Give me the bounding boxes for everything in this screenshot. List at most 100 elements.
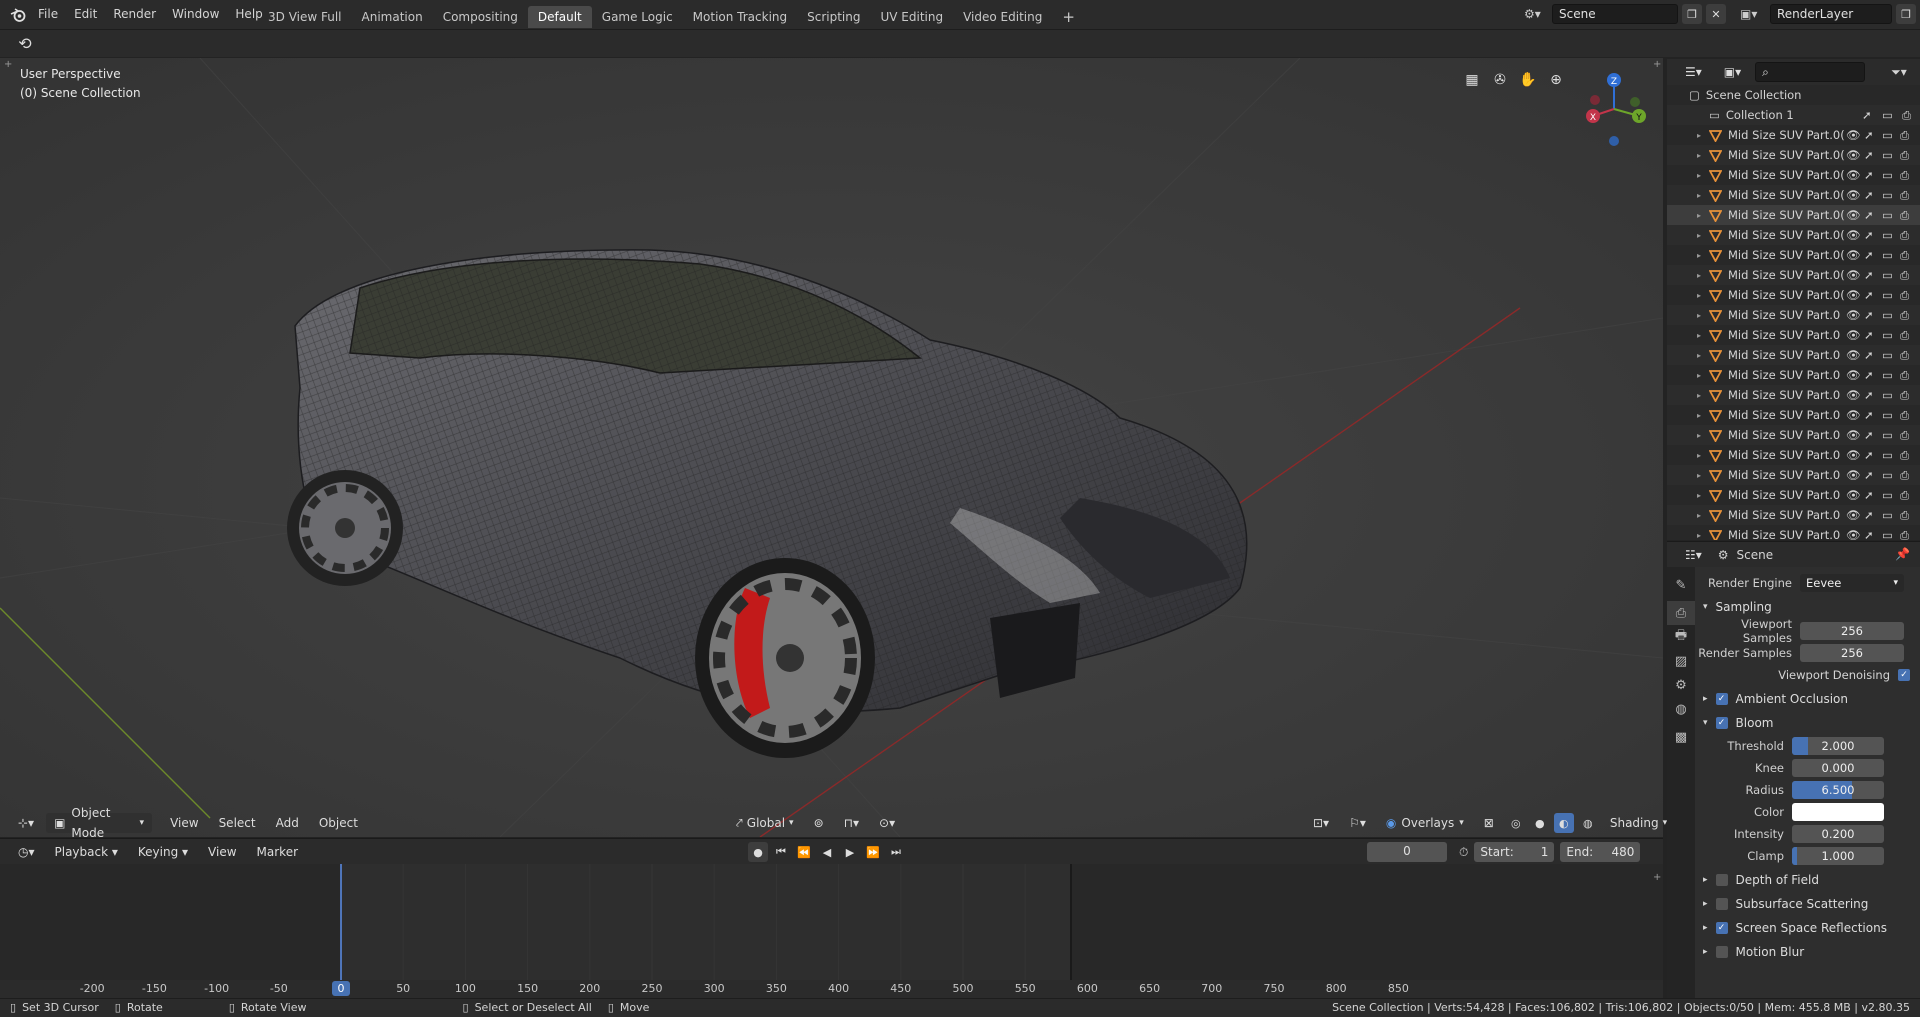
new-scene-icon[interactable]: ❐ (1682, 4, 1702, 24)
eye-icon[interactable]: 👁 (1846, 328, 1864, 342)
render-camera-icon[interactable]: ⎙ (1900, 288, 1916, 303)
viewport-visibility-icon[interactable]: ▭ (1882, 368, 1900, 382)
jump-start-icon[interactable]: ⏮ (771, 842, 791, 862)
new-layer-icon[interactable]: ❐ (1896, 4, 1916, 24)
select-arrow-icon[interactable]: ➚ (1864, 228, 1882, 242)
viewport-visibility-icon[interactable]: ▭ (1882, 248, 1900, 262)
subsurface-checkbox[interactable] (1715, 898, 1728, 910)
select-arrow-icon[interactable]: ➚ (1864, 468, 1882, 482)
knee-slider[interactable]: 0.000 (1792, 759, 1884, 777)
expand-right-icon[interactable]: ▸ (1697, 391, 1709, 400)
eye-icon[interactable]: 👁 (1846, 308, 1864, 322)
viewport-visibility-icon[interactable]: ▭ (1882, 148, 1900, 162)
select-arrow-icon[interactable]: ➚ (1864, 408, 1882, 422)
expand-right-icon[interactable]: ▸ (1697, 411, 1709, 420)
play-icon[interactable]: ▶ (840, 842, 860, 862)
rendered-shading-icon[interactable]: ◍ (1578, 813, 1598, 833)
render-engine-dropdown[interactable]: Eevee ▾ (1800, 574, 1904, 592)
menu-select[interactable]: Select (211, 813, 264, 833)
expand-right-icon[interactable]: ▸ (1697, 191, 1709, 200)
select-arrow-icon[interactable]: ➚ (1864, 308, 1882, 322)
expand-right-icon[interactable]: ▸ (1697, 491, 1709, 500)
tab-uv-editing[interactable]: UV Editing (871, 6, 954, 28)
menu-view[interactable]: View (162, 813, 206, 833)
select-arrow-icon[interactable]: ➚ (1864, 208, 1882, 222)
render-layer-icon[interactable]: ▣▾ (1740, 7, 1766, 21)
menu-object[interactable]: Object (311, 813, 366, 833)
outliner-object-row[interactable]: ▸ Mid Size SUV Part.0 👁 ➚ ▭ ⎙ (1667, 345, 1920, 365)
outliner-object-row[interactable]: ▸ Mid Size SUV Part.0 👁 ➚ ▭ ⎙ (1667, 485, 1920, 505)
outliner-object-row[interactable]: ▸ Mid Size SUV Part.0 👁 ➚ ▭ ⎙ (1667, 445, 1920, 465)
select-arrow-icon[interactable]: ➚ (1864, 388, 1882, 402)
expand-right-icon[interactable]: ▸ (1697, 511, 1709, 520)
texture-tab-icon[interactable]: ▩ (1667, 725, 1695, 749)
expand-right-icon[interactable]: ▸ (1697, 371, 1709, 380)
outliner-object-row[interactable]: ▸ Mid Size SUV Part.0(👁 ➚ ▭ ⎙ (1667, 185, 1920, 205)
eye-icon[interactable]: 👁 (1846, 148, 1864, 162)
menu-window[interactable]: Window (164, 0, 227, 29)
expand-right-icon[interactable]: ▸ (1697, 351, 1709, 360)
end-frame-field[interactable]: End: 480 (1560, 842, 1641, 862)
viewport-visibility-icon[interactable]: ▭ (1882, 468, 1900, 482)
blender-logo-icon[interactable] (6, 7, 30, 22)
outliner-object-row[interactable]: ▸ Mid Size SUV Part.0(👁 ➚ ▭ ⎙ (1667, 225, 1920, 245)
menu-keying[interactable]: Keying ▾ (130, 842, 196, 862)
ambient-occlusion-checkbox[interactable]: ✓ (1715, 693, 1728, 705)
eye-icon[interactable]: 👁 (1846, 408, 1864, 422)
render-camera-icon[interactable]: ⎙ (1900, 448, 1916, 463)
editor-type-icon[interactable]: ⊹▾ (10, 813, 42, 833)
outliner-object-row[interactable]: ▸ Mid Size SUV Part.0(👁 ➚ ▭ ⎙ (1667, 245, 1920, 265)
viewport-visibility-icon[interactable]: ▭ (1882, 188, 1900, 202)
ssr-panel[interactable]: ▸ ✓ Screen Space Reflections (1695, 918, 1920, 938)
select-arrow-icon[interactable]: ➚ (1864, 448, 1882, 462)
timeline-area[interactable]: + (0, 864, 1663, 980)
display-mode-icon[interactable]: ▣▾ (1716, 62, 1749, 82)
outliner-object-row[interactable]: ▸ Mid Size SUV Part.0(👁 ➚ ▭ ⎙ (1667, 205, 1920, 225)
record-icon[interactable]: ● (748, 842, 768, 862)
outliner-object-row[interactable]: ▸ Mid Size SUV Part.0 👁 ➚ ▭ ⎙ (1667, 305, 1920, 325)
menu-playback[interactable]: Playback ▾ (47, 842, 126, 862)
scene-name-field[interactable]: Scene (1552, 4, 1678, 24)
solid-shading-icon[interactable]: ● (1530, 813, 1550, 833)
viewport-denoising-checkbox[interactable]: ✓ (1898, 669, 1910, 681)
radius-slider[interactable]: 6.500 (1792, 781, 1884, 799)
select-arrow-icon[interactable]: ➚ (1864, 428, 1882, 442)
render-camera-icon[interactable]: ⎙ (1900, 228, 1916, 243)
viewport-visibility-icon[interactable]: ▭ (1882, 508, 1900, 522)
outliner-editor-icon[interactable]: ☰▾ (1677, 62, 1710, 82)
select-arrow-icon[interactable]: ➚ (1864, 348, 1882, 362)
select-arrow-icon[interactable]: ➚ (1864, 368, 1882, 382)
outliner-object-row[interactable]: ▸ Mid Size SUV Part.0(👁 ➚ ▭ ⎙ (1667, 285, 1920, 305)
subsurface-panel[interactable]: ▸ Subsurface Scattering (1695, 894, 1920, 914)
outliner-object-row[interactable]: ▸ Mid Size SUV Part.0(👁 ➚ ▭ ⎙ (1667, 265, 1920, 285)
ambient-occlusion-panel[interactable]: ▸ ✓ Ambient Occlusion (1695, 689, 1920, 709)
motion-blur-panel[interactable]: ▸ Motion Blur (1695, 942, 1920, 962)
viewport-visibility-icon[interactable]: ▭ (1882, 448, 1900, 462)
select-arrow-icon[interactable]: ➚ (1864, 288, 1882, 302)
shading-dropdown[interactable]: Shading ▾ (1602, 813, 1675, 833)
prev-keyframe-icon[interactable]: ⏪ (794, 842, 814, 862)
timeline-region-toggle-icon[interactable]: + (1653, 872, 1661, 883)
eye-icon[interactable]: 👁 (1846, 128, 1864, 142)
region-toggle-icon[interactable]: + (4, 59, 12, 70)
region-toggle-right-icon[interactable]: + (1653, 59, 1661, 70)
tab-compositing[interactable]: Compositing (433, 6, 528, 28)
eye-icon[interactable]: 👁 (1846, 508, 1864, 522)
viewport-visibility-icon[interactable]: ▭ (1882, 108, 1902, 122)
threshold-slider[interactable]: 2.000 (1792, 737, 1884, 755)
select-arrow-icon[interactable]: ➚ (1864, 328, 1882, 342)
render-camera-icon[interactable]: ⎙ (1900, 368, 1916, 383)
scene-collection-row[interactable]: ▢ Scene Collection (1667, 85, 1920, 105)
expand-right-icon[interactable]: ▸ (1697, 211, 1709, 220)
add-workspace-button[interactable]: + (1052, 6, 1085, 28)
tab-3d-view-full[interactable]: 3D View Full (258, 6, 352, 28)
expand-right-icon[interactable]: ▸ (1697, 431, 1709, 440)
menu-timeline-view[interactable]: View (200, 842, 244, 862)
world-tab-icon[interactable]: ◍ (1667, 697, 1695, 721)
eye-icon[interactable]: 👁 (1846, 388, 1864, 402)
menu-file[interactable]: File (30, 0, 66, 29)
menu-render[interactable]: Render (105, 0, 164, 29)
viewport-visibility-icon[interactable]: ▭ (1882, 488, 1900, 502)
scene-tab-icon[interactable]: ⚙ (1667, 673, 1695, 697)
camera-view-icon[interactable]: ✇ (1490, 70, 1510, 90)
